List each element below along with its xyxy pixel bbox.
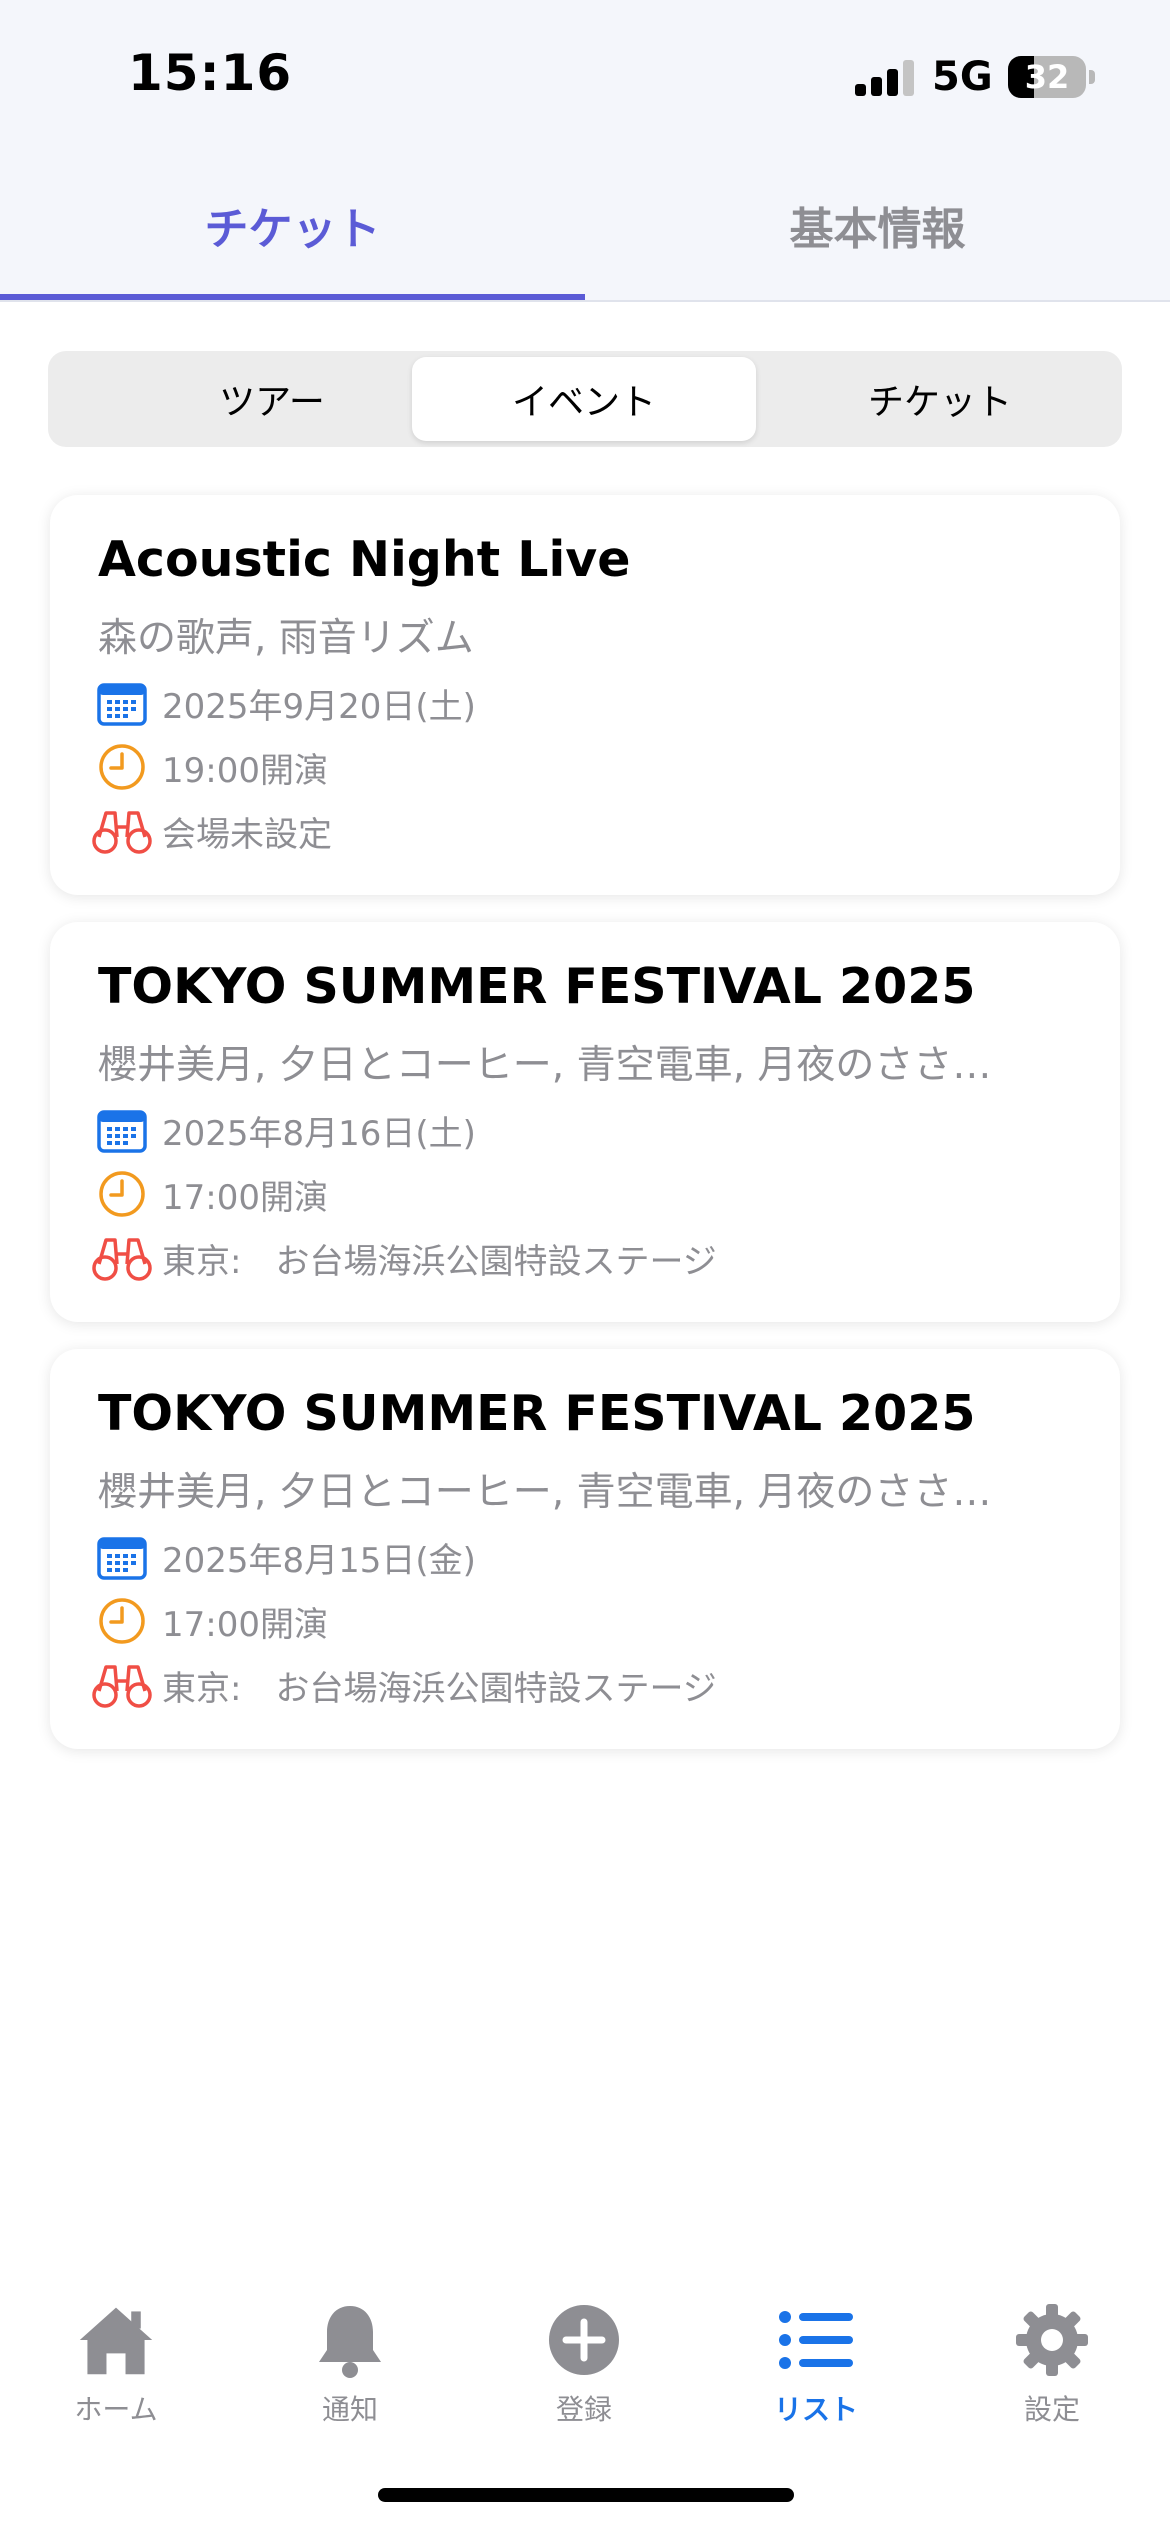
list-icon	[776, 2300, 856, 2380]
binoculars-icon	[90, 803, 154, 859]
event-time: 19:00開演	[162, 750, 328, 791]
battery-level: 32	[1024, 58, 1070, 96]
tab-list[interactable]: リスト	[716, 2280, 916, 2430]
clock-icon	[90, 1166, 154, 1222]
tab-register[interactable]: 登録	[484, 2280, 684, 2430]
segment-ticket[interactable]: チケット	[768, 357, 1112, 441]
event-artists: 森の歌声, 雨音リズム	[98, 616, 474, 661]
screen: 15:16 5G 32 チケット 基本情報 ツアー イベント チケット Acou…	[0, 0, 1170, 2532]
event-venue-row: 会場未設定	[90, 803, 1090, 859]
calendar-icon	[90, 1102, 154, 1158]
binoculars-icon	[90, 1230, 154, 1286]
segment-tour[interactable]: ツアー	[100, 357, 444, 441]
event-time-row: 19:00開演	[90, 739, 1090, 795]
clock-icon	[90, 739, 154, 795]
bell-icon	[310, 2300, 390, 2380]
gear-icon	[1012, 2300, 1092, 2380]
event-venue: 会場未設定	[162, 814, 332, 855]
calendar-icon	[90, 1529, 154, 1585]
tab-notifications-label: 通知	[321, 2393, 378, 2426]
battery-icon: 32	[1008, 56, 1086, 98]
home-indicator	[378, 2488, 794, 2502]
tab-list-label: リスト	[773, 2393, 858, 2426]
event-date: 2025年9月20日(土)	[162, 686, 476, 727]
event-card[interactable]: Acoustic Night Live 森の歌声, 雨音リズム 2025年9月2…	[50, 495, 1120, 895]
cellular-signal-icon	[855, 58, 915, 96]
event-time: 17:00開演	[162, 1177, 328, 1218]
binoculars-icon	[90, 1657, 154, 1713]
event-card[interactable]: TOKYO SUMMER FESTIVAL 2025 櫻井美月, 夕日とコーヒー…	[50, 1349, 1120, 1749]
event-card[interactable]: TOKYO SUMMER FESTIVAL 2025 櫻井美月, 夕日とコーヒー…	[50, 922, 1120, 1322]
plus-circle-icon	[544, 2300, 624, 2380]
event-time-row: 17:00開演	[90, 1166, 1090, 1222]
battery-tip	[1089, 70, 1095, 84]
house-icon	[76, 2300, 156, 2380]
clock-icon	[90, 1593, 154, 1649]
header-area: 15:16 5G 32 チケット 基本情報	[0, 0, 1170, 302]
tab-register-label: 登録	[555, 2393, 612, 2426]
event-time: 17:00開演	[162, 1604, 328, 1645]
event-venue-row: 東京: お台場海浜公園特設ステージ	[90, 1230, 1090, 1286]
event-date-row: 2025年8月15日(金)	[90, 1529, 1090, 1585]
event-artists: 櫻井美月, 夕日とコーヒー, 青空電車, 月夜のささ…	[98, 1043, 992, 1088]
tab-basic-info[interactable]: 基本情報	[585, 150, 1170, 300]
event-time-row: 17:00開演	[90, 1593, 1090, 1649]
event-title: TOKYO SUMMER FESTIVAL 2025	[98, 958, 976, 1015]
tab-tickets[interactable]: チケット	[0, 150, 585, 300]
event-venue: 東京: お台場海浜公園特設ステージ	[162, 1241, 717, 1282]
event-artists: 櫻井美月, 夕日とコーヒー, 青空電車, 月夜のささ…	[98, 1470, 992, 1515]
bottom-tab-bar: ホーム 通知 登録 リスト 設定	[0, 2280, 1170, 2430]
segmented-control: ツアー イベント チケット	[48, 351, 1122, 447]
network-type: 5G	[932, 54, 993, 100]
event-date-row: 2025年8月16日(土)	[90, 1102, 1090, 1158]
tab-home-label: ホーム	[74, 2393, 158, 2426]
event-venue: 東京: お台場海浜公園特設ステージ	[162, 1668, 717, 1709]
event-date: 2025年8月16日(土)	[162, 1113, 476, 1154]
tab-indicator	[0, 294, 585, 300]
tab-notifications[interactable]: 通知	[250, 2280, 450, 2430]
tab-settings-label: 設定	[1023, 2393, 1080, 2426]
tab-settings[interactable]: 設定	[952, 2280, 1152, 2430]
event-venue-row: 東京: お台場海浜公園特設ステージ	[90, 1657, 1090, 1713]
event-title: TOKYO SUMMER FESTIVAL 2025	[98, 1385, 976, 1442]
event-date-row: 2025年9月20日(土)	[90, 675, 1090, 731]
status-time: 15:16	[128, 44, 293, 102]
top-tab-bar: チケット 基本情報	[0, 150, 1170, 302]
segment-event[interactable]: イベント	[412, 357, 756, 441]
event-date: 2025年8月15日(金)	[162, 1540, 476, 1581]
calendar-icon	[90, 675, 154, 731]
status-bar: 15:16 5G 32	[0, 0, 1170, 150]
event-title: Acoustic Night Live	[98, 531, 631, 588]
tab-home[interactable]: ホーム	[16, 2280, 216, 2430]
